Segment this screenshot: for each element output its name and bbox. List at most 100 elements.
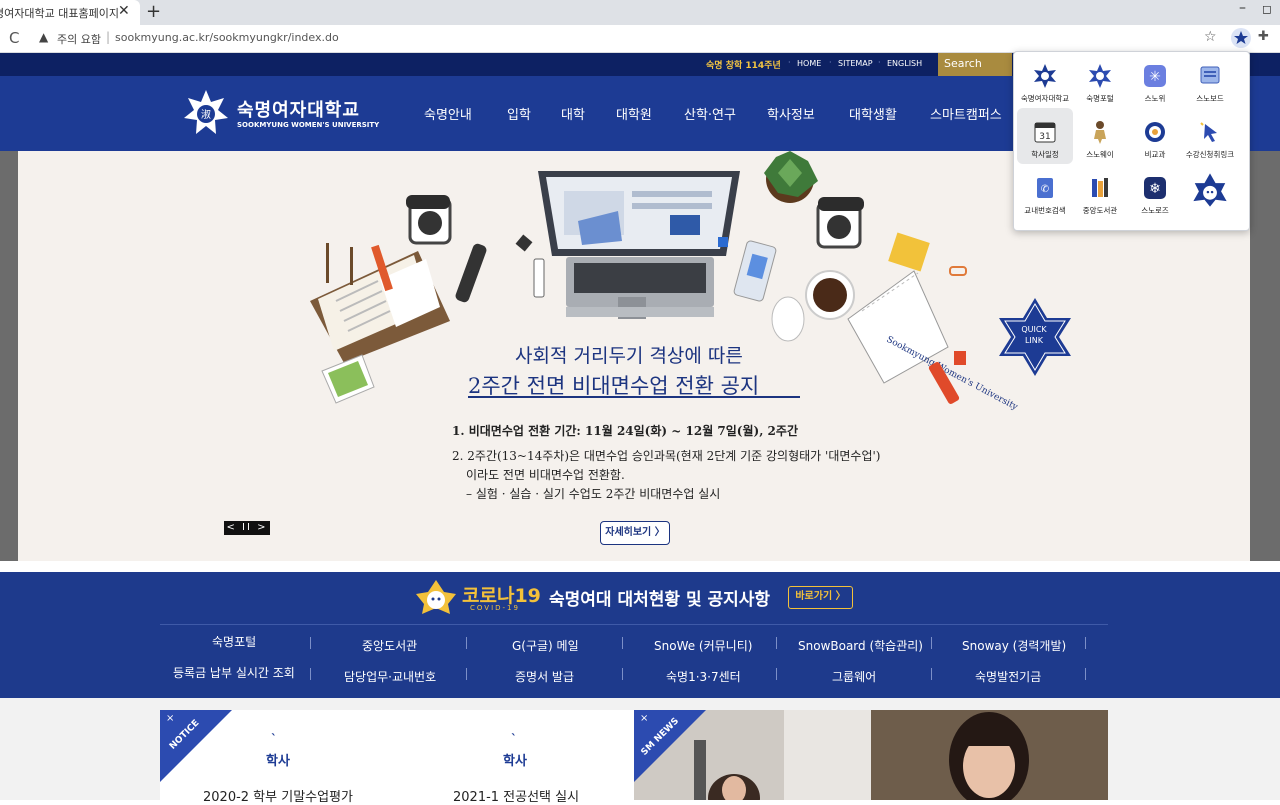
news-photo-card[interactable]: × SM NEWS [634, 710, 871, 800]
warning-icon[interactable]: ▲ [39, 30, 48, 44]
coffee-cup-illustration [805, 270, 855, 320]
bookmark-star-icon[interactable]: ☆ [1204, 29, 1217, 45]
popup-item-label: 스노보드 [1196, 94, 1224, 103]
speaker-left-illustration [406, 195, 452, 245]
popup-item-label: 스노로즈 [1141, 206, 1169, 215]
divider [776, 637, 777, 649]
notebook-illustration: Sookmyung Women's University [847, 270, 1020, 413]
address-bar: C ▲ 주의 요함 | sookmyung.ac.kr/sookmyungkr/… [0, 25, 1280, 53]
new-tab-icon[interactable]: + [146, 1, 161, 22]
tab-title: 명여자대학교 대표홈페이지 [0, 7, 119, 20]
quick-link-certificate[interactable]: 증명서 발급 [515, 668, 574, 685]
laptop-illustration [538, 171, 740, 319]
popup-item-extracurricular[interactable]: 비교과 [1127, 119, 1183, 160]
popup-item-phone-search[interactable]: ✆ 교내번호검색 [1017, 175, 1073, 216]
popup-item-library[interactable]: 중앙도서관 [1072, 175, 1128, 216]
usb-illustration [533, 258, 545, 298]
popup-item-label: 학사일정 [1031, 150, 1059, 159]
nav-about[interactable]: 숙명안내 [424, 104, 472, 123]
home-link[interactable]: HOME [797, 59, 821, 68]
nav-academic[interactable]: 학사정보 [767, 104, 815, 123]
target-icon [1145, 122, 1165, 142]
tab-close-icon[interactable]: ✕ [118, 3, 130, 19]
popup-item-snowe[interactable]: ✳ 스노위 [1127, 63, 1183, 104]
quick-link-development-fund[interactable]: 숙명발전기금 [975, 668, 1041, 685]
university-emblem-icon[interactable]: 淑 [182, 88, 230, 140]
portrait-photo [871, 710, 1108, 800]
quick-link-snowboard[interactable]: SnowBoard (학습관리) [798, 637, 923, 654]
popup-item-sookmyung[interactable]: 숙명여자대학교 [1017, 63, 1073, 104]
popup-item-label: 교내번호검색 [1024, 206, 1066, 215]
quick-link-portal[interactable]: 숙명포털 [212, 633, 256, 650]
photo-illustration [321, 354, 375, 404]
card-title[interactable]: 2021-1 전공선택 실시 [453, 786, 579, 805]
nav-admission[interactable]: 입학 [507, 104, 531, 123]
popup-item-mascot[interactable] [1182, 172, 1238, 212]
search-box[interactable]: Search [938, 53, 1012, 76]
popup-item-calendar[interactable]: 31 학사일정 [1017, 119, 1073, 160]
url-input[interactable]: sookmyung.ac.kr/sookmyungkr/index.do [115, 31, 339, 44]
quick-link-groupware[interactable]: 그룹웨어 [832, 668, 876, 685]
popup-item-portal[interactable]: 숙명포털 [1072, 63, 1128, 104]
quick-link-directory[interactable]: 담당업무·교내번호 [344, 668, 436, 685]
star-emblem-icon [1089, 64, 1111, 88]
quick-link-label[interactable]: QUICK LINK [1016, 324, 1052, 346]
popup-item-label: 숙명포털 [1086, 94, 1114, 103]
quick-link-library[interactable]: 중앙도서관 [362, 637, 417, 654]
popup-item-snoway[interactable]: 스노웨이 [1072, 119, 1128, 160]
popup-item-label: 숙명여자대학교 [1020, 94, 1070, 103]
cursor-click-icon [1200, 122, 1217, 142]
read-more-button[interactable]: 자세히보기 〉 [600, 521, 670, 545]
window-maximize-icon[interactable]: ◻ [1262, 2, 1272, 16]
card-title[interactable]: 2020-2 학부 기말수업평가 [203, 786, 353, 805]
divider [622, 637, 623, 649]
divider [1085, 637, 1086, 649]
notice-card[interactable]: × NOTICE ` 학사 2020-2 학부 기말수업평가 [160, 710, 397, 805]
sitemap-link[interactable]: SITEMAP [838, 59, 873, 68]
notice-card[interactable]: ` 학사 2021-1 전공선택 실시 [397, 710, 634, 805]
browser-tab[interactable]: 명여자대학교 대표홈페이지 ✕ [0, 0, 140, 25]
quick-link-tuition[interactable]: 등록금 납부 실시간 조회 [173, 664, 295, 681]
sookmyung-extension-icon[interactable] [1231, 28, 1251, 48]
divider [622, 668, 623, 680]
nav-smart-campus[interactable]: 스마트캠퍼스 [930, 104, 1002, 123]
popup-item-label: 중앙도서관 [1082, 206, 1118, 215]
quick-link-snowe[interactable]: SnoWe (커뮤니티) [654, 637, 752, 654]
security-warning-text[interactable]: 주의 요함 [57, 31, 101, 47]
close-icon[interactable]: × [166, 713, 174, 724]
quick-link-gmail[interactable]: G(구글) 메일 [512, 637, 579, 654]
quick-link-137-center[interactable]: 숙명1·3·7센터 [666, 668, 741, 685]
snowflake-app-icon: ✳ [1144, 65, 1166, 87]
news-photo-card[interactable] [871, 710, 1108, 800]
covid-mascot-icon [416, 580, 456, 614]
popup-item-snowboard[interactable]: 스노보드 [1182, 63, 1238, 104]
divider [1085, 668, 1086, 680]
logo-korean-name[interactable]: 숙명여자대학교 [237, 96, 360, 122]
window-minimize-icon[interactable]: – [1239, 0, 1246, 16]
popup-item-course-registration[interactable]: 수강신청취링크 [1182, 119, 1238, 160]
extensions-puzzle-icon[interactable]: ✚ [1258, 29, 1269, 44]
hero-notice-line-1: 1. 비대면수업 전환 기간: 11월 24일(화) ~ 12월 7일(월), … [452, 424, 798, 438]
separator-dot: · [878, 58, 881, 67]
popup-item-label: 비교과 [1144, 150, 1166, 159]
divider [466, 637, 467, 649]
popup-item-label: 수강신청취링크 [1185, 150, 1235, 159]
nav-campus-life[interactable]: 대학생활 [849, 104, 897, 123]
nav-graduate[interactable]: 대학원 [616, 104, 652, 123]
english-link[interactable]: ENGLISH [887, 59, 922, 68]
popup-item-snowrose[interactable]: ❄ 스노로즈 [1127, 175, 1183, 216]
covid-subtitle: COVID-19 [470, 604, 520, 612]
close-icon[interactable]: × [640, 713, 648, 724]
open-book-illustration [310, 243, 450, 363]
covid-go-button[interactable]: 바로가기 〉 [788, 586, 853, 609]
nav-college[interactable]: 대학 [561, 104, 585, 123]
reload-icon[interactable]: C [9, 29, 19, 47]
phone-book-icon: ✆ [1037, 178, 1053, 198]
nav-research[interactable]: 산학·연구 [684, 104, 736, 123]
slider-controls[interactable]: < II > [224, 521, 270, 535]
svg-text:✳: ✳ [1149, 69, 1161, 85]
logo-english-name[interactable]: SOOKMYUNG WOMEN'S UNIVERSITY [237, 121, 379, 129]
quick-link-snoway[interactable]: Snoway (경력개발) [962, 637, 1066, 654]
covid-notice-heading: 숙명여대 대처현황 및 공지사항 [549, 590, 771, 610]
hero-title-line-1: 사회적 거리두기 격상에 따른 [515, 345, 743, 367]
